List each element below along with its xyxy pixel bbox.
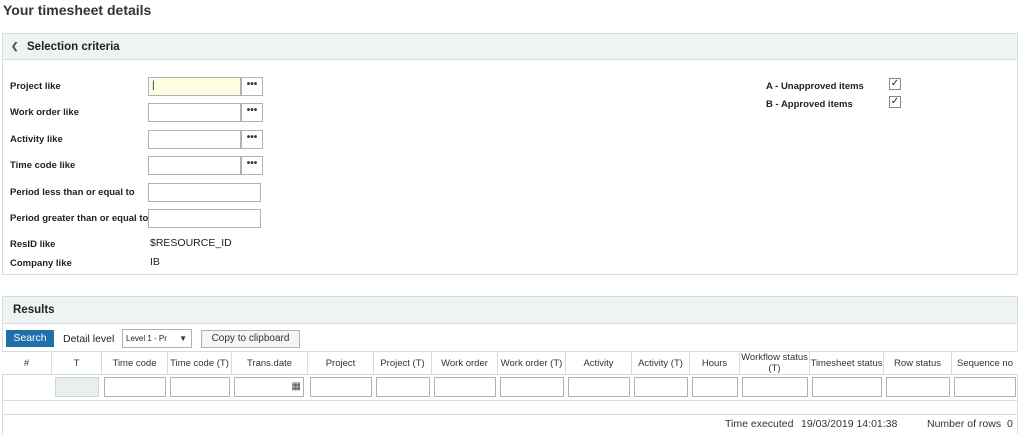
period-gte-label: Period greater than or equal to: [10, 213, 149, 224]
time-executed-value: 19/03/2019 14:01:38: [801, 418, 898, 430]
filter-t-input: [55, 377, 99, 397]
search-button[interactable]: Search: [6, 330, 54, 347]
filter-activity-t-input[interactable]: [634, 377, 688, 397]
time-code-lookup-button[interactable]: •••: [241, 156, 263, 175]
number-of-rows-label: Number of rows: [927, 418, 1002, 430]
company-like-label: Company like: [10, 258, 72, 269]
col-header-trans-date[interactable]: Trans.date: [232, 351, 308, 375]
copy-to-clipboard-button[interactable]: Copy to clipboard: [201, 330, 300, 348]
results-header: Results: [3, 297, 1017, 324]
col-header-work-order[interactable]: Work order: [432, 351, 498, 375]
detail-level-label: Detail level: [63, 333, 115, 345]
col-header-t[interactable]: T: [52, 351, 102, 375]
filter-hours-input[interactable]: [692, 377, 738, 397]
col-header-work-order-t[interactable]: Work order (T): [498, 351, 566, 375]
resid-like-label: ResID like: [10, 239, 56, 250]
col-header-project[interactable]: Project: [308, 351, 374, 375]
filter-row-status-input[interactable]: [886, 377, 950, 397]
number-of-rows-value: 0: [1007, 418, 1013, 430]
period-lte-label: Period less than or equal to: [10, 187, 135, 198]
project-lookup-button[interactable]: •••: [241, 77, 263, 96]
filter-sequence-no-input[interactable]: [954, 377, 1016, 397]
activity-like-label: Activity like: [10, 134, 63, 145]
col-header-timesheet-status[interactable]: Timesheet status: [810, 351, 884, 375]
col-header-time-code-t[interactable]: Time code (T): [168, 351, 232, 375]
col-header-workflow-status-t[interactable]: Workflow status (T): [740, 351, 810, 375]
time-code-like-input[interactable]: [148, 156, 241, 175]
chevron-down-icon: ▼: [179, 334, 187, 343]
col-header-number[interactable]: #: [2, 351, 52, 375]
col-header-project-t[interactable]: Project (T): [374, 351, 432, 375]
col-header-activity[interactable]: Activity: [566, 351, 632, 375]
detail-level-select[interactable]: Level 1 - Pr ▼: [122, 329, 192, 348]
work-order-lookup-button[interactable]: •••: [241, 103, 263, 122]
work-order-like-label: Work order like: [10, 107, 79, 118]
approved-items-label: B - Approved items: [766, 99, 853, 110]
filter-work-order-input[interactable]: [434, 377, 496, 397]
collapse-icon[interactable]: ❮: [11, 41, 21, 52]
time-code-like-label: Time code like: [10, 160, 76, 171]
unapproved-items-checkbox[interactable]: ✓: [889, 78, 901, 90]
work-order-like-input[interactable]: [148, 103, 241, 122]
selection-criteria-header[interactable]: ❮ Selection criteria: [3, 34, 1017, 60]
filter-workflow-status-t-input[interactable]: [742, 377, 808, 397]
col-header-row-status[interactable]: Row status: [884, 351, 952, 375]
period-lte-input[interactable]: [148, 183, 261, 202]
filter-activity-input[interactable]: [568, 377, 630, 397]
results-title: Results: [13, 304, 55, 316]
grid-divider: [2, 400, 1018, 401]
time-executed-label: Time executed: [725, 418, 794, 430]
grid-divider: [2, 414, 1018, 415]
project-like-input[interactable]: |: [148, 77, 241, 96]
page-title: Your timesheet details: [3, 2, 152, 18]
col-header-hours[interactable]: Hours: [690, 351, 740, 375]
activity-lookup-button[interactable]: •••: [241, 130, 263, 149]
detail-level-value: Level 1 - Pr: [126, 334, 167, 343]
period-gte-input[interactable]: [148, 209, 261, 228]
activity-like-input[interactable]: [148, 130, 241, 149]
col-header-time-code[interactable]: Time code: [102, 351, 168, 375]
selection-criteria-title: Selection criteria: [27, 40, 120, 53]
approved-items-checkbox[interactable]: ✓: [889, 96, 901, 108]
filter-timesheet-status-input[interactable]: [812, 377, 882, 397]
project-like-label: Project like: [10, 81, 61, 92]
filter-time-code-input[interactable]: [104, 377, 166, 397]
filter-time-code-t-input[interactable]: [170, 377, 230, 397]
filter-project-input[interactable]: [310, 377, 372, 397]
col-header-sequence-no[interactable]: Sequence no: [952, 351, 1018, 375]
filter-trans-date-input[interactable]: ▦: [234, 377, 304, 397]
resid-value: $RESOURCE_ID: [150, 237, 232, 249]
calendar-icon[interactable]: ▦: [292, 381, 301, 392]
filter-work-order-t-input[interactable]: [500, 377, 564, 397]
unapproved-items-label: A - Unapproved items: [766, 81, 864, 92]
filter-project-t-input[interactable]: [376, 377, 430, 397]
col-header-activity-t[interactable]: Activity (T): [632, 351, 690, 375]
company-value: IB: [150, 256, 160, 268]
